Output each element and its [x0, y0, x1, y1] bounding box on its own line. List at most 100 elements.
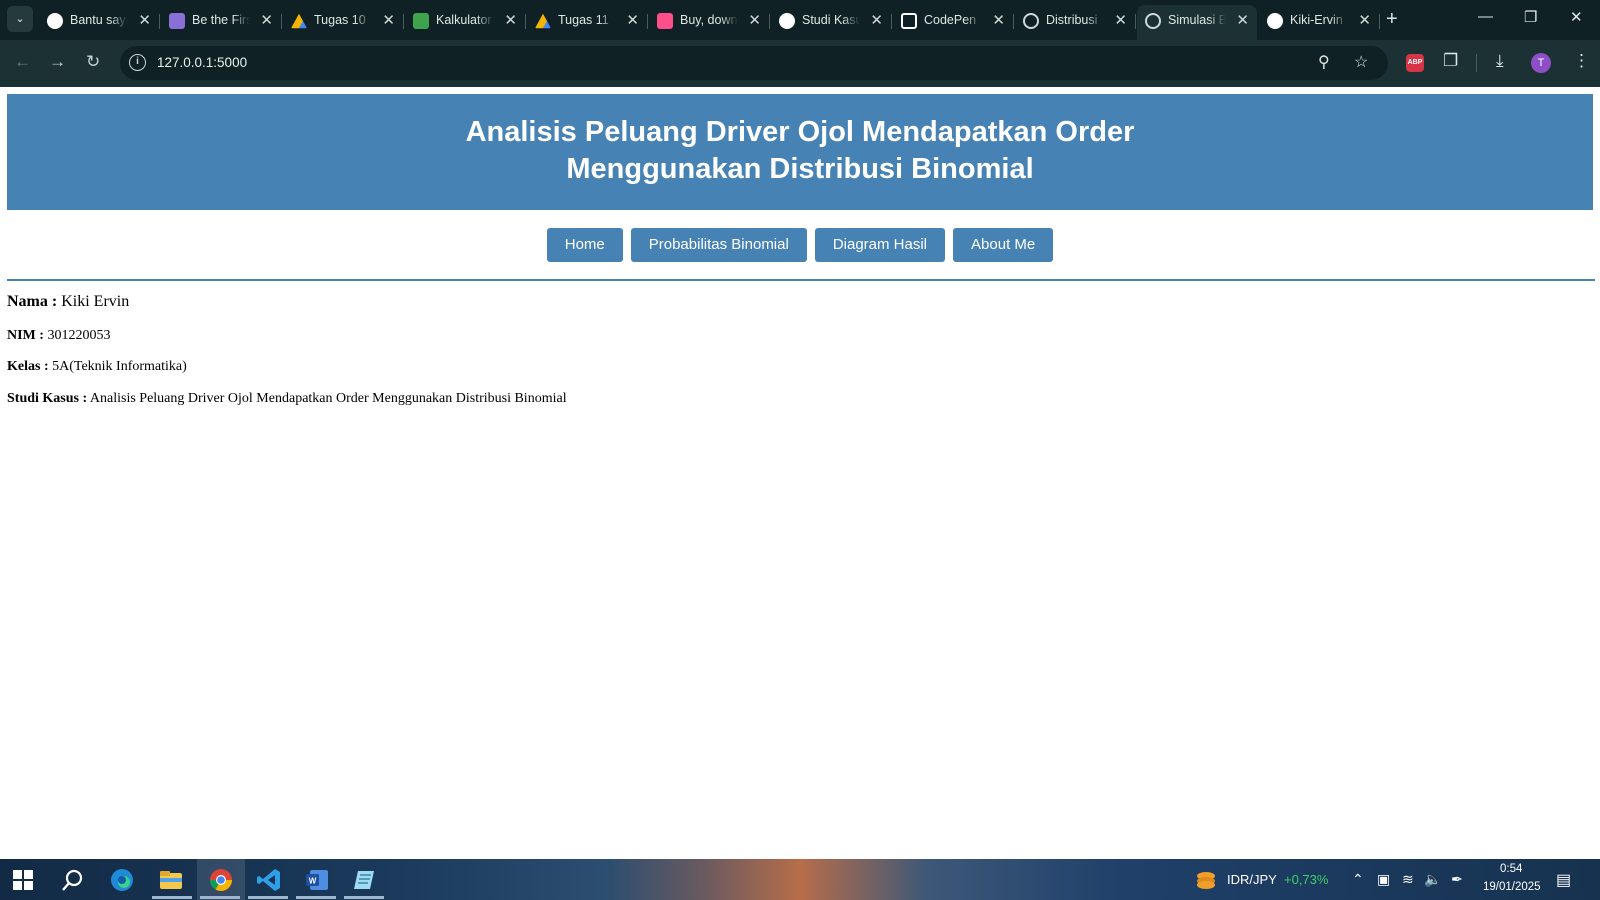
tab-separator — [1379, 14, 1380, 29]
globe-icon — [1023, 13, 1039, 29]
browser-tab[interactable]: Buy, download ✕ — [649, 5, 770, 37]
studi-kasus-label: Studi Kasus : — [7, 391, 88, 406]
close-tab-icon[interactable]: ✕ — [382, 11, 395, 29]
minimize-icon[interactable]: — — [1478, 8, 1493, 25]
main-nav: Home Probabilitas Binomial Diagram Hasil… — [0, 228, 1600, 262]
ticker-label[interactable]: IDR/JPY — [1227, 872, 1277, 887]
download-icon[interactable]: ⤓ — [1496, 51, 1504, 71]
kelas-label: Kelas : — [7, 359, 49, 374]
clock-time[interactable]: 0:54 — [1500, 863, 1522, 875]
browser-tab[interactable]: Be the First ✕ — [161, 5, 282, 37]
chevron-up-icon[interactable]: ⌃ — [1352, 871, 1364, 888]
page-header: Analisis Peluang Driver Ojol Mendapatkan… — [7, 94, 1593, 210]
browser-tab[interactable]: Kiki-Ervin ✕ — [1259, 5, 1380, 37]
forward-arrow-icon[interactable]: → — [49, 52, 66, 72]
browser-tab[interactable]: Studi Kasus ✕ — [771, 5, 892, 37]
browser-tab-title[interactable]: Be the First — [192, 13, 250, 27]
close-tab-icon[interactable]: ✕ — [748, 11, 761, 29]
address-bar[interactable]: i 127.0.0.1:5000 ⚲ ☆ — [120, 46, 1388, 80]
browser-tab-title[interactable]: Bantu saya — [70, 13, 128, 27]
vscode-icon[interactable] — [256, 867, 282, 893]
zoom-icon[interactable]: ⚲ — [1318, 52, 1330, 72]
browser-tab[interactable]: CodePen ✕ — [893, 5, 1014, 37]
taskbar-running-indicator — [296, 896, 336, 899]
close-tab-icon[interactable]: ✕ — [1114, 11, 1127, 29]
close-tab-icon[interactable]: ✕ — [504, 11, 517, 29]
browser-tab-title[interactable]: Buy, download — [680, 13, 738, 27]
browser-tab-title[interactable]: Studi Kasus — [802, 13, 860, 27]
bookmark-star-icon[interactable]: ☆ — [1354, 52, 1368, 72]
back-arrow-icon[interactable]: ← — [14, 52, 31, 72]
toolbar-divider — [1476, 54, 1477, 72]
file-explorer-icon[interactable] — [158, 867, 184, 893]
page-viewport: Analisis Peluang Driver Ojol Mendapatkan… — [0, 87, 1600, 859]
browser-tab[interactable]: Simulasi Binomial ✕ — [1137, 5, 1257, 40]
browser-tab-title[interactable]: Tugas 11 — [558, 13, 616, 27]
tab-separator — [647, 14, 648, 29]
page-title-line-1: Analisis Peluang Driver Ojol Mendapatkan… — [465, 116, 1135, 148]
close-tab-icon[interactable]: ✕ — [260, 11, 273, 29]
browser-tab-title[interactable]: Kalkulator — [436, 13, 494, 27]
close-tab-icon[interactable]: ✕ — [870, 11, 883, 29]
nama-label: Nama : — [7, 293, 58, 310]
tab-separator — [281, 14, 282, 29]
meet-now-icon[interactable]: ▣ — [1377, 871, 1390, 888]
wifi-icon[interactable]: ≋ — [1402, 871, 1414, 888]
tab-separator — [159, 14, 160, 29]
site-info-icon[interactable]: i — [129, 54, 146, 71]
globe-icon — [1145, 13, 1161, 29]
windows-taskbar: W IDR/JPY +0,73% ⌃ ▣ ≋ 🔈 ✒ 0:54 19/01/20… — [0, 859, 1600, 900]
browser-tab-title[interactable]: Kiki-Ervin — [1290, 13, 1348, 27]
close-tab-icon[interactable]: ✕ — [992, 11, 1005, 29]
restore-icon[interactable]: ❐ — [1524, 8, 1537, 26]
nim-label: NIM : — [7, 328, 44, 343]
nim-row: NIM : 301220053 — [7, 328, 110, 344]
taskbar-running-indicator — [248, 896, 288, 899]
h-logo-icon — [169, 13, 185, 29]
url-text[interactable]: 127.0.0.1:5000 — [157, 55, 247, 70]
nav-home-button[interactable]: Home — [546, 228, 623, 262]
word-icon[interactable]: W — [304, 867, 330, 893]
new-tab-plus-icon[interactable]: + — [1386, 8, 1398, 31]
browser-tab[interactable]: Kalkulator ✕ — [405, 5, 526, 37]
browser-tab-title[interactable]: Distribusi — [1046, 13, 1104, 27]
google-drive-icon — [535, 13, 551, 29]
google-drive-icon — [291, 13, 307, 29]
chrome-icon[interactable] — [208, 867, 234, 893]
nama-row: Nama : Kiki Ervin — [7, 293, 129, 311]
close-tab-icon[interactable]: ✕ — [138, 11, 151, 29]
browser-toolbar: ← → ↻ i 127.0.0.1:5000 ⚲ ☆ ABP ❐ ⤓ T ⋮ — [0, 40, 1600, 87]
tab-search-chevron-icon[interactable]: ⌄ — [7, 6, 33, 32]
chatgpt-icon — [779, 13, 795, 29]
edge-browser-icon[interactable] — [109, 867, 135, 893]
notepad-app-icon[interactable] — [352, 867, 378, 893]
browser-tab[interactable]: Distribusi ✕ — [1015, 5, 1136, 37]
pen-icon[interactable]: ✒ — [1451, 871, 1463, 888]
browser-tab-title[interactable]: CodePen — [924, 13, 982, 27]
nama-value: Kiki Ervin — [61, 293, 130, 310]
nav-about-me-button[interactable]: About Me — [953, 228, 1054, 262]
browser-tab-title[interactable]: Simulasi Binomial — [1168, 13, 1226, 27]
close-tab-icon[interactable]: ✕ — [1236, 11, 1249, 29]
ticker-change[interactable]: +0,73% — [1284, 872, 1328, 887]
nav-diagram-hasil-button[interactable]: Diagram Hasil — [814, 228, 946, 262]
browser-tab[interactable]: Tugas 11 ✕ — [527, 5, 648, 37]
profile-avatar[interactable]: T — [1531, 53, 1551, 73]
browser-tab[interactable]: Bantu saya ✕ — [39, 5, 160, 37]
close-window-icon[interactable]: ✕ — [1570, 8, 1583, 26]
nav-probabilitas-binomial-button[interactable]: Probabilitas Binomial — [630, 228, 807, 262]
clock-date[interactable]: 19/01/2025 — [1483, 881, 1541, 893]
browser-tab-title[interactable]: Tugas 10 — [314, 13, 372, 27]
close-tab-icon[interactable]: ✕ — [1358, 11, 1371, 29]
browser-tab[interactable]: Tugas 10 ✕ — [283, 5, 404, 37]
adblock-plus-icon[interactable]: ABP — [1406, 54, 1424, 72]
notifications-icon[interactable]: ▤ — [1556, 870, 1571, 890]
browser-menu-icon[interactable]: ⋮ — [1573, 51, 1590, 71]
speaker-icon[interactable]: 🔈 — [1424, 871, 1441, 888]
tab-separator — [403, 14, 404, 29]
extensions-puzzle-icon[interactable]: ❐ — [1443, 51, 1458, 71]
search-icon[interactable] — [60, 867, 86, 893]
reload-icon[interactable]: ↻ — [86, 52, 100, 72]
close-tab-icon[interactable]: ✕ — [626, 11, 639, 29]
windows-start-icon[interactable] — [12, 869, 34, 891]
